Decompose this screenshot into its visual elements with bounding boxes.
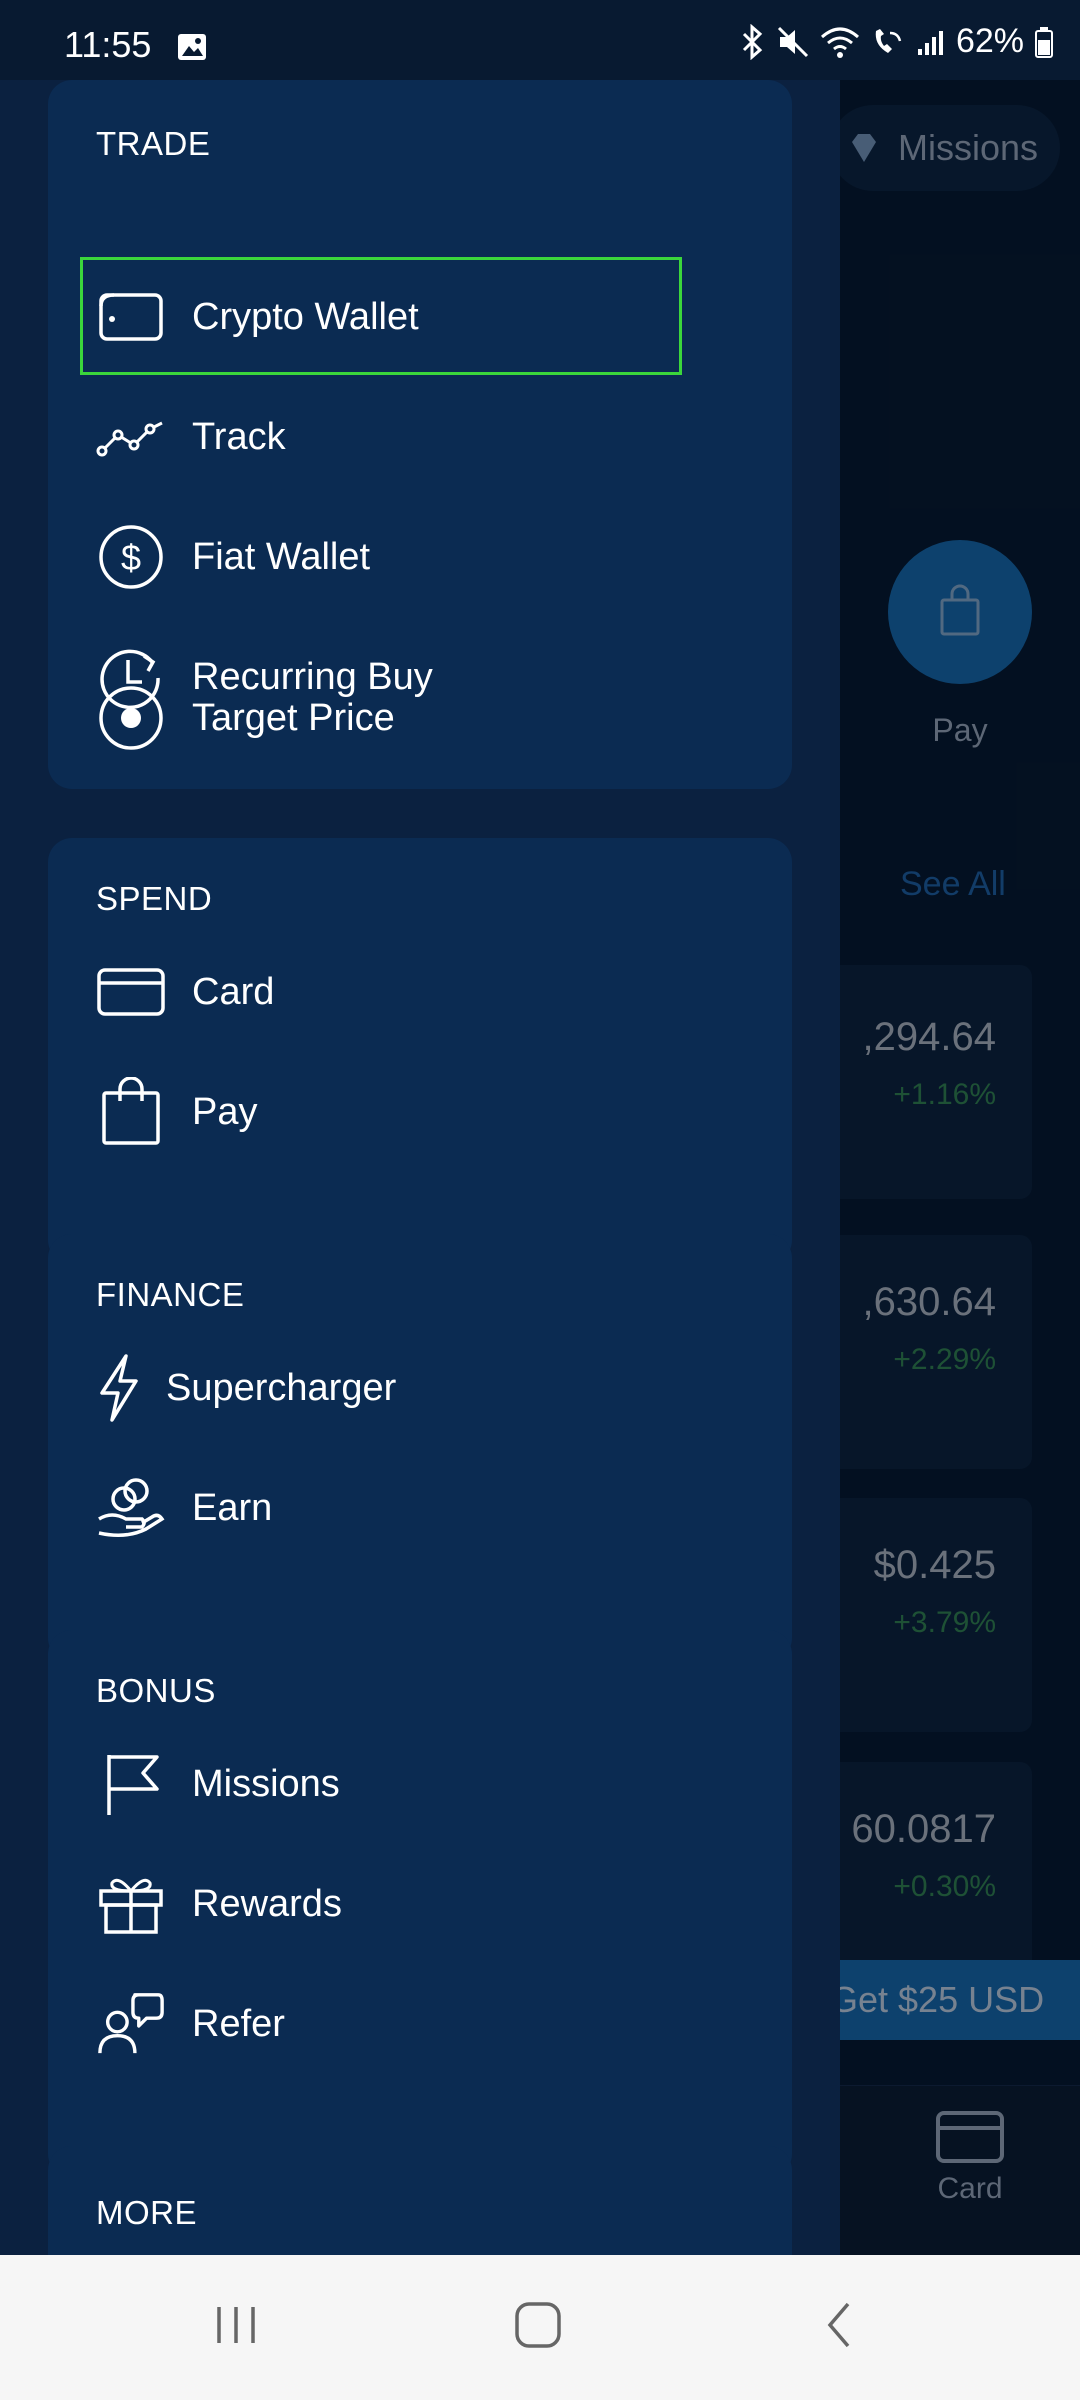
bag-icon [96,1077,166,1147]
back-icon [827,2302,850,2348]
home-button[interactable] [478,2275,598,2375]
menu-item-rewards[interactable]: Rewards [96,1854,736,1954]
menu-item-label: Pay [192,1090,258,1133]
bluetooth-icon [742,23,763,60]
menu-item-label: Crypto Wallet [192,295,419,338]
battery-icon [1035,26,1053,58]
status-bar: 11:55 62% [0,0,1080,80]
side-drawer: TRADE Crypto Wallet Track $ Fiat Wallet … [0,80,840,2255]
signal-icon [917,30,943,55]
menu-item-track[interactable]: Track [96,387,736,487]
gift-icon [96,1869,166,1939]
section-finance: FINANCE Supercharger Earn [48,1234,792,1662]
dollar-icon: $ [96,522,166,592]
svg-text:$: $ [121,537,141,578]
menu-item-pay[interactable]: Pay [96,1062,736,1162]
menu-item-label: Rewards [192,1882,342,1925]
menu-item-label: Refer [192,2002,285,2045]
earn-icon [96,1473,166,1543]
wifi-icon [820,27,859,58]
section-title: FINANCE [96,1276,245,1313]
refer-icon [96,1989,166,2059]
recent-apps-button[interactable] [176,2275,296,2375]
image-notification-icon [178,34,206,60]
system-navigation-bar [0,2255,1080,2400]
section-title: BONUS [96,1672,216,1709]
section-title: TRADE [96,125,211,162]
menu-item-supercharger[interactable]: Supercharger [96,1338,736,1438]
wifi-calling-icon [875,28,902,53]
flag-icon [96,1749,166,1819]
menu-item-fiat-wallet[interactable]: $ Fiat Wallet [96,507,736,607]
menu-item-card[interactable]: Card [96,942,736,1042]
section-title: SPEND [96,880,213,917]
section-more: MORE [48,2146,792,2255]
menu-item-refer[interactable]: Refer [96,1974,736,2074]
card-icon [96,957,166,1027]
track-icon [96,402,166,472]
battery-percent: 62% [955,22,1024,60]
section-bonus: BONUS Missions Rewards Refer [48,1630,792,2178]
home-icon [515,2302,561,2348]
menu-item-label: Supercharger [166,1366,397,1409]
menu-item-missions[interactable]: Missions [96,1734,736,1834]
recent-apps-icon [217,2307,255,2343]
status-icons: 62% [738,22,1054,61]
menu-item-label: Earn [192,1486,273,1529]
menu-item-label: Fiat Wallet [192,535,371,578]
menu-item-label: Track [192,415,286,458]
lightning-icon [96,1353,142,1423]
back-button[interactable] [780,2275,900,2375]
menu-item-label: Target Price [192,696,395,739]
target-icon [96,683,166,753]
menu-item-earn[interactable]: Earn [96,1458,736,1558]
mute-icon [777,26,808,57]
section-title: MORE [96,2194,197,2231]
menu-item-crypto-wallet[interactable]: Crypto Wallet [96,267,736,367]
menu-item-label: Card [192,970,275,1013]
menu-item-label: Missions [192,1762,340,1805]
menu-item-target-price[interactable]: Target Price [96,668,736,768]
section-spend: SPEND Card Pay [48,838,792,1264]
wallet-icon [96,282,166,352]
status-time: 11:55 [64,24,152,65]
